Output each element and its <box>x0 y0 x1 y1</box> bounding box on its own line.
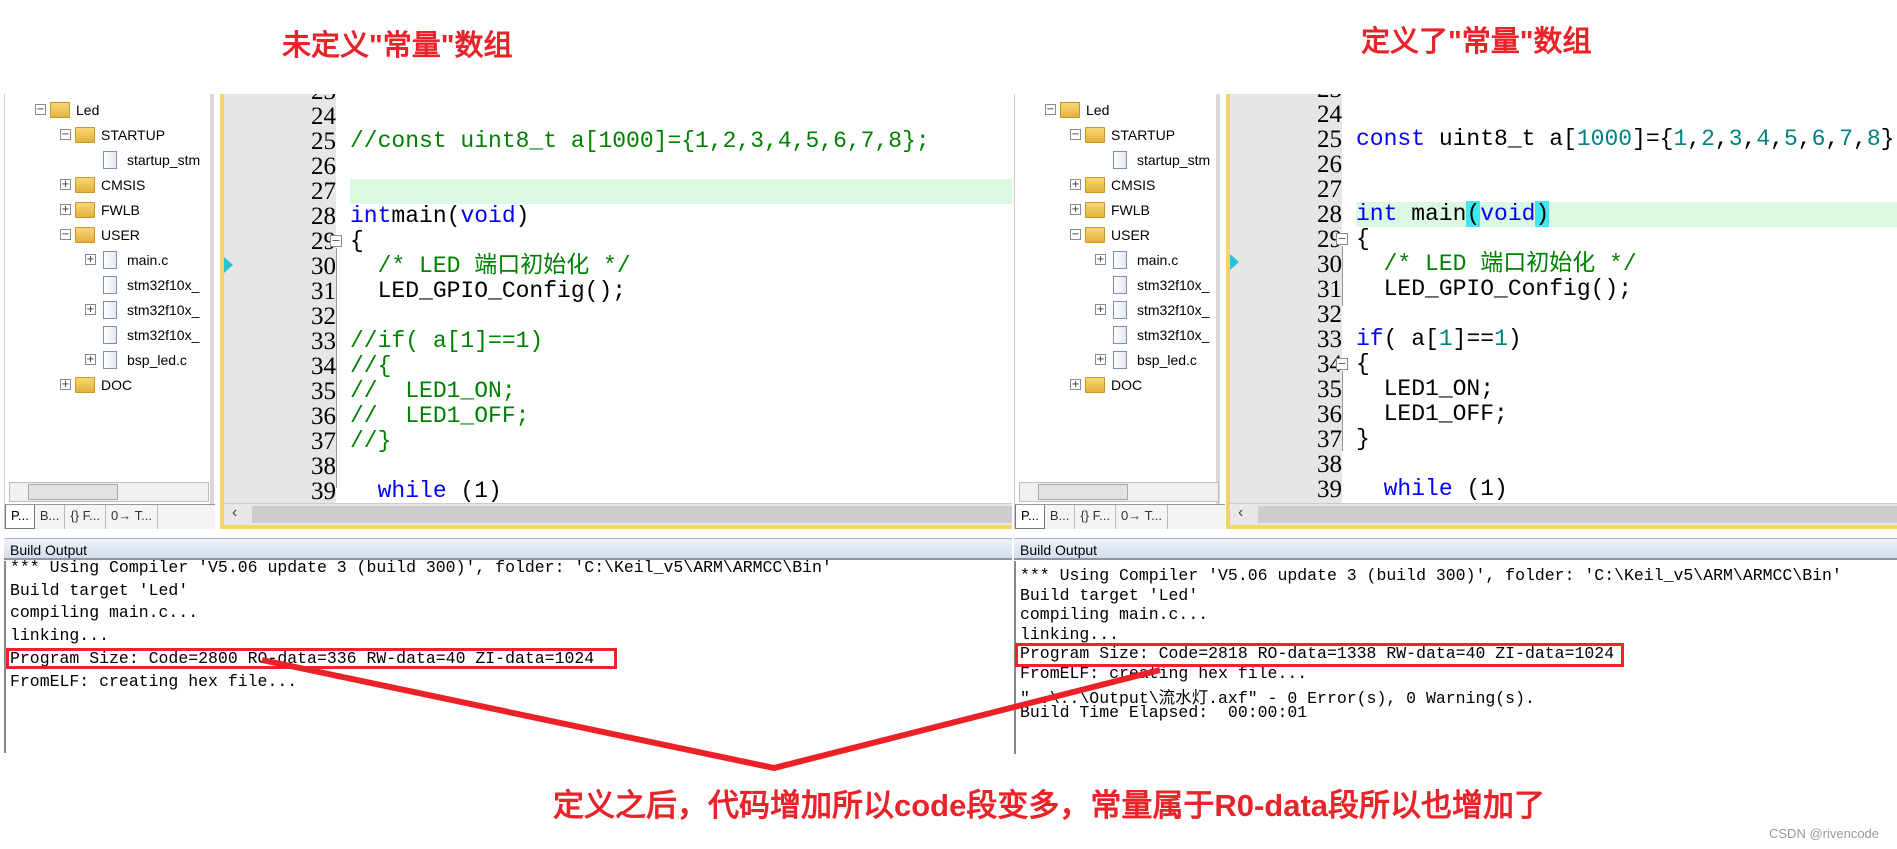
watermark: CSDN @rivencode <box>1769 826 1880 841</box>
annotation-arrow-line <box>261 657 1161 772</box>
caption: 定义之后，代码增加所以code段变多，常量属于R0-data段所以也增加了 <box>553 788 1546 823</box>
annotation-arrows <box>261 657 1161 772</box>
